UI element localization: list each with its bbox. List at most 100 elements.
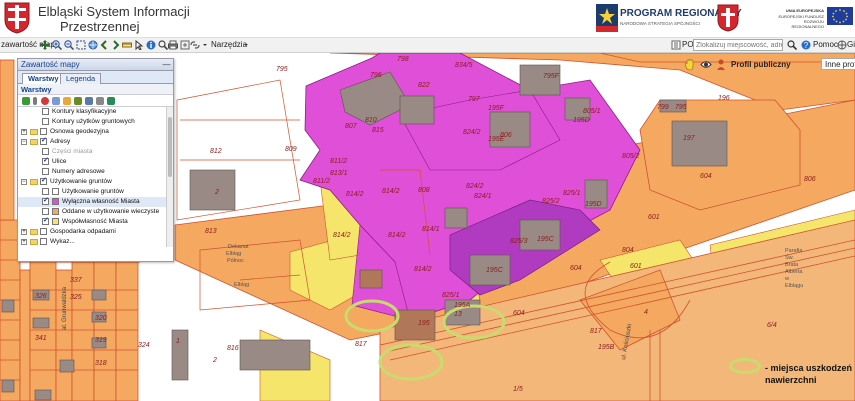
parcel-label: 604 <box>700 173 712 180</box>
scrollbar-thumb[interactable] <box>168 117 172 177</box>
layer-tree-item[interactable]: Kontury użytków gruntowych <box>18 117 166 127</box>
layer-tree-item[interactable]: Oddane w użytkowanie wieczyste <box>18 207 166 217</box>
refresh-layer-icon[interactable] <box>74 97 82 105</box>
collapse-icon[interactable]: − <box>21 139 27 145</box>
layer-tree-item[interactable]: + Wykaz... <box>18 237 166 247</box>
zoom-in-icon[interactable] <box>52 40 62 50</box>
info-icon[interactable] <box>146 40 156 50</box>
parcel-label: 195E <box>488 136 505 143</box>
pan-icon[interactable] <box>40 40 50 50</box>
layer-checkbox[interactable] <box>42 208 49 215</box>
table-icon[interactable] <box>96 97 104 105</box>
search-go-icon[interactable] <box>787 40 797 50</box>
tab-legend[interactable]: Legenda <box>60 73 102 84</box>
eye-icon[interactable] <box>700 58 712 71</box>
select-icon[interactable] <box>134 40 144 50</box>
expand-icon[interactable]: + <box>21 129 27 135</box>
layer-checkbox[interactable] <box>40 228 47 235</box>
layer-checkbox[interactable] <box>42 156 49 166</box>
map-content-panel: Zawartość mapy — Warstwy Legenda Warstwy… <box>17 58 174 262</box>
parish-label-5: w <box>784 276 789 282</box>
layer-tree-item[interactable]: Ulice <box>18 156 166 167</box>
layer-tree-item[interactable]: Współwłasność Miasta <box>18 216 166 227</box>
link-icon[interactable] <box>190 40 200 50</box>
search-layer-icon[interactable] <box>52 97 60 105</box>
parish-label-6: Elblągu <box>785 283 803 289</box>
parcel-label: 811/2 <box>313 178 330 185</box>
previous-extent-icon[interactable] <box>100 40 110 50</box>
tab-layers[interactable]: Warstwy <box>22 73 65 84</box>
layer-checkbox[interactable] <box>40 128 47 135</box>
dropdown-arrow-icon[interactable] <box>33 97 37 105</box>
layer-tree-item[interactable]: Użytkowanie gruntów <box>18 187 166 197</box>
layer-checkbox[interactable] <box>42 188 49 195</box>
folder-icon <box>30 139 38 145</box>
layer-tree-item[interactable]: − Adresy <box>18 136 166 147</box>
poi-icon[interactable] <box>671 40 681 50</box>
export-layer-icon[interactable] <box>107 97 115 105</box>
layer-tree-item[interactable]: − Użytkowanie gruntów <box>18 176 166 187</box>
properties-icon[interactable] <box>85 97 93 105</box>
full-extent-icon[interactable] <box>88 40 98 50</box>
other-profiles-button[interactable]: Inne profile <box>821 58 855 70</box>
layer-checkbox[interactable] <box>40 176 47 186</box>
export-icon[interactable] <box>180 40 190 50</box>
parcel-label: 318 <box>95 360 107 367</box>
layer-tree-item[interactable]: Części miasta <box>18 147 166 157</box>
map-content-button[interactable]: zawartość mapy <box>1 39 59 51</box>
eu-line3: ROZWOJU REGIONALNEGO <box>791 19 824 29</box>
profile-icon[interactable] <box>716 58 726 71</box>
layer-checkbox[interactable] <box>42 196 49 206</box>
layer-tree-item[interactable]: Wyłączna własność Miasta <box>18 196 166 207</box>
layer-checkbox[interactable] <box>42 148 49 155</box>
parcel-label: 601 <box>630 263 642 270</box>
layer-checkbox[interactable] <box>42 216 49 226</box>
layer-checkbox[interactable] <box>42 118 49 125</box>
expand-icon[interactable]: + <box>21 229 27 235</box>
layer-tree-scrollbar[interactable] <box>166 107 173 247</box>
edit-layer-icon[interactable] <box>63 97 71 105</box>
layer-tree-item[interactable]: Kontury klasyfikacyjne <box>18 107 166 117</box>
parish-label-1: Parafia <box>785 248 803 254</box>
measure-icon[interactable] <box>122 40 132 50</box>
gis-link[interactable]: Gis <box>847 39 855 51</box>
street-label-dekanat-2: Elbląg <box>226 251 241 257</box>
layer-checkbox[interactable] <box>40 238 47 245</box>
zoom-out-icon[interactable] <box>64 40 74 50</box>
print-icon[interactable] <box>168 40 178 50</box>
collapse-icon[interactable]: − <box>21 179 27 185</box>
parcel-label: 805/2 <box>622 153 640 160</box>
layer-checkbox[interactable] <box>42 168 49 175</box>
add-layer-icon[interactable] <box>22 97 30 105</box>
layer-checkbox[interactable] <box>42 108 49 115</box>
find-icon[interactable] <box>158 40 168 50</box>
menu-arrow-icon[interactable] <box>200 40 210 50</box>
layer-label: Użytkowanie gruntów <box>62 188 124 195</box>
main-toolbar: zawartość mapy Narzędzia POI ? Pomoc Gis <box>0 38 855 53</box>
layer-tree-item[interactable]: + Gospodarka odpadami <box>18 227 166 237</box>
damage-legend: - miejsca uszkodzeń nawierzchni <box>727 354 855 398</box>
location-search-input[interactable] <box>693 39 783 51</box>
parcel-label: 825/1 <box>442 292 460 299</box>
tools-menu-arrow-icon[interactable] <box>241 40 251 50</box>
app-title-line1: Elbląski System Informacji <box>38 4 190 19</box>
public-profile-label[interactable]: Profil publiczny <box>731 58 791 71</box>
help-icon[interactable]: ? <box>801 40 811 50</box>
remove-layer-icon[interactable] <box>41 97 49 105</box>
parcel-label: 195F <box>488 105 505 112</box>
parcel-label: 814/2 <box>382 188 400 195</box>
layer-checkbox[interactable] <box>40 136 47 146</box>
elblag-crest-icon <box>4 2 30 34</box>
gis-icon[interactable] <box>837 40 847 50</box>
next-extent-icon[interactable] <box>110 40 120 50</box>
panel-collapse-icon[interactable]: — <box>162 60 171 69</box>
parcel-label: 2 <box>214 189 219 196</box>
expand-icon[interactable]: + <box>21 239 27 245</box>
panel-tabs: Warstwy Legenda <box>18 71 173 84</box>
parcel-label: 814/2 <box>414 266 432 273</box>
help-link[interactable]: Pomoc <box>813 39 838 51</box>
pan-hand-icon[interactable] <box>684 58 696 71</box>
damage-legend-line1: - miejsca uszkodzeń <box>765 363 853 373</box>
street-label-vertical-1: al. Grunwaldzka <box>62 286 68 330</box>
zoom-box-icon[interactable] <box>76 40 86 50</box>
